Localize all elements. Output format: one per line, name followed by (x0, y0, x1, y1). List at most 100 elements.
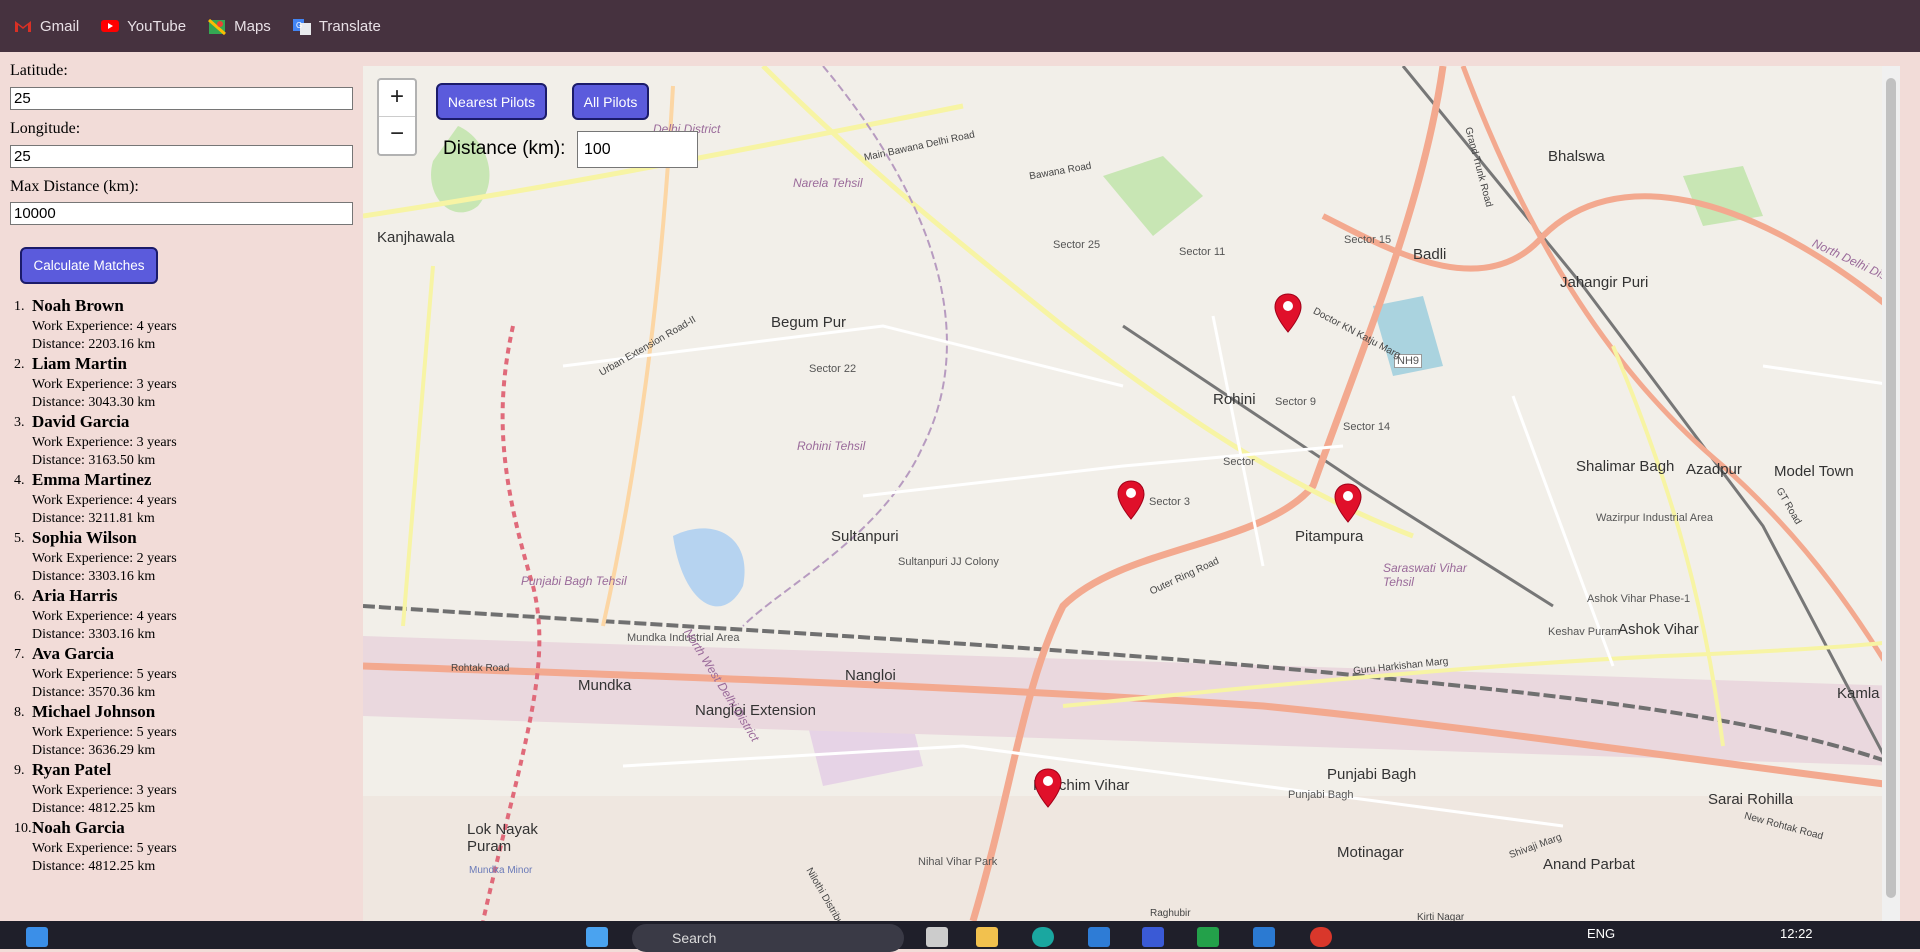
bookmark-translate[interactable]: G Translate (292, 18, 381, 35)
file-icon[interactable] (926, 927, 948, 947)
pilot-distance: Distance: 3636.29 km (32, 743, 156, 758)
scrollbar-thumb[interactable] (1886, 78, 1896, 898)
nearest-pilots-button[interactable]: Nearest Pilots (436, 83, 547, 120)
longitude-input[interactable] (10, 145, 353, 168)
work-experience: Work Experience: 4 years (32, 493, 177, 508)
place-label: Badli (1413, 246, 1447, 263)
result-item: 7. Ava Garcia Work Experience: 5 years Dist… (14, 644, 354, 702)
pilot-marker[interactable] (1334, 483, 1362, 523)
youtube-icon (101, 19, 120, 33)
edge-icon[interactable] (1032, 927, 1054, 947)
place-label: Nihal Vihar Park (918, 856, 998, 868)
store-icon[interactable] (1088, 927, 1110, 947)
result-number: 7. (14, 647, 25, 662)
folder-icon[interactable] (976, 927, 998, 947)
pilot-name: Ava Garcia (32, 644, 114, 663)
place-label: Sector 9 (1275, 396, 1316, 408)
place-label: Lok Nayak Puram (467, 821, 538, 855)
work-experience: Work Experience: 5 years (32, 667, 177, 682)
pilot-marker[interactable] (1274, 293, 1302, 333)
result-number: 1. (14, 299, 25, 314)
pilot-distance: Distance: 3163.50 km (32, 453, 156, 468)
result-item: 1. Noah Brown Work Experience: 4 years Dist… (14, 296, 354, 354)
windows-start-icon[interactable] (26, 927, 48, 947)
result-item: 8. Michael Johnson Work Experience: 5 year… (14, 702, 354, 760)
place-label: Sarai Rohilla (1708, 791, 1794, 808)
app-icon[interactable] (1142, 927, 1164, 947)
work-experience: Work Experience: 3 years (32, 435, 177, 450)
place-label: Wazirpur Industrial Area (1596, 512, 1713, 524)
place-label: Ashok Vihar (1618, 621, 1699, 638)
place-label: Nangloi (845, 667, 896, 684)
place-label: Sector 11 (1179, 246, 1226, 258)
vscode-icon[interactable] (1253, 927, 1275, 947)
result-item: 4. Emma Martinez Work Experience: 4 years D… (14, 470, 354, 528)
place-label: Rohini (1213, 391, 1256, 408)
pilot-distance: Distance: 4812.25 km (32, 801, 156, 816)
pilot-name: Sophia Wilson (32, 528, 137, 547)
place-label: Sector 15 (1344, 234, 1392, 246)
xbox-icon[interactable] (1197, 927, 1219, 947)
place-label: Ashok Vihar Phase-1 (1587, 593, 1691, 605)
latitude-input[interactable] (10, 87, 353, 110)
distance-input[interactable] (577, 131, 698, 168)
results-list: 1. Noah Brown Work Experience: 4 years Dist… (14, 296, 354, 876)
zoom-in-button[interactable]: + (379, 80, 415, 117)
result-number: 4. (14, 473, 25, 488)
pilot-marker[interactable] (1117, 480, 1145, 520)
place-label: Sultanpuri JJ Colony (898, 556, 999, 568)
calculate-matches-button[interactable]: Calculate Matches (20, 247, 158, 284)
road-label: Kirti Nagar (1417, 912, 1465, 921)
zoom-control: + − (377, 78, 417, 156)
pilot-name: Liam Martin (32, 354, 127, 373)
windows-taskbar: Search ENG 12:22 (0, 921, 1920, 952)
page-scrollbar[interactable] (1882, 66, 1900, 921)
pilot-name: Emma Martinez (32, 470, 152, 489)
place-label: Jahangir Puri (1560, 274, 1649, 291)
bookmark-label: Gmail (40, 17, 80, 35)
pilot-name: Michael Johnson (32, 702, 156, 721)
road-label: Rohtak Road (451, 663, 510, 674)
place-label: Sector 14 (1343, 421, 1391, 433)
place-label: Model Town (1774, 463, 1854, 480)
place-label: Punjabi Bagh (1327, 766, 1417, 783)
work-experience: Work Experience: 3 years (32, 377, 177, 392)
district-label: Narela Tehsil (793, 176, 863, 190)
result-item: 9. Ryan Patel Work Experience: 3 years Dist… (14, 760, 354, 818)
pilot-distance: Distance: 3211.81 km (32, 511, 155, 526)
place-label: Anand Parbat (1543, 856, 1635, 873)
pilot-name: Noah Garcia (32, 818, 125, 837)
svg-text:G: G (296, 21, 302, 30)
pilot-distance: Distance: 3303.16 km (32, 569, 156, 584)
work-experience: Work Experience: 2 years (32, 551, 177, 566)
widgets-icon[interactable] (586, 927, 608, 947)
all-pilots-button[interactable]: All Pilots (572, 83, 649, 120)
pilot-name: Aria Harris (32, 586, 118, 605)
max-distance-input[interactable] (10, 202, 353, 225)
translate-icon: G (292, 19, 311, 35)
road-label: Mundka Minor (469, 865, 533, 876)
zoom-out-button[interactable]: − (379, 117, 415, 153)
place-label: Azadpur (1686, 461, 1742, 478)
pilot-distance: Distance: 3570.36 km (32, 685, 156, 700)
result-item: 5. Sophia Wilson Work Experience: 2 years D… (14, 528, 354, 586)
place-label: Shalimar Bagh (1576, 458, 1675, 475)
pilot-name: David Garcia (32, 412, 130, 431)
result-item: 10. Noah Garcia Work Experience: 5 years Di… (14, 818, 354, 876)
chrome-icon[interactable] (1310, 927, 1332, 947)
place-label: Begum Pur (771, 314, 847, 331)
search-sidebar: Latitude: Longitude: Max Distance (km): … (0, 52, 363, 921)
clock[interactable]: 12:22 (1780, 926, 1813, 941)
bookmark-maps[interactable]: Maps (208, 18, 271, 36)
language-indicator[interactable]: ENG (1587, 926, 1615, 941)
bookmark-gmail[interactable]: Gmail (14, 18, 79, 35)
pilot-distance: Distance: 3043.30 km (32, 395, 156, 410)
longitude-label: Longitude: (10, 120, 81, 137)
bookmarks-bar: Gmail YouTube Maps G Translate (0, 0, 1920, 52)
place-label: Pitampura (1295, 528, 1364, 545)
result-number: 3. (14, 415, 25, 430)
taskbar-search[interactable]: Search (632, 924, 904, 952)
map-view[interactable]: Kanjhawala Begum Pur Bhalswa Badli Jahan… (363, 66, 1900, 921)
bookmark-youtube[interactable]: YouTube (101, 18, 186, 35)
pilot-marker[interactable] (1034, 768, 1062, 808)
